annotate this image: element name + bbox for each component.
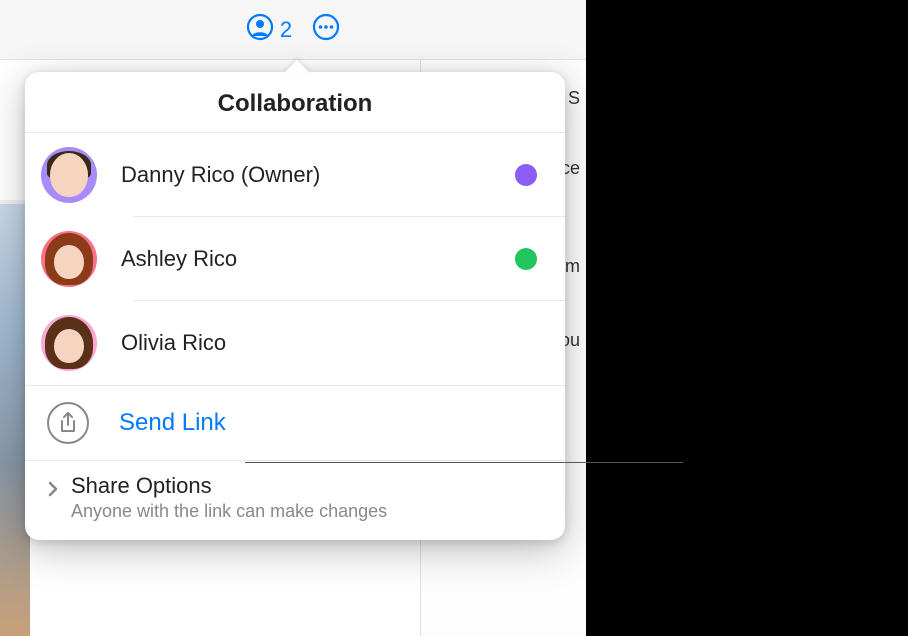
share-options-button[interactable]: Share Options Anyone with the link can m… [25, 461, 565, 540]
collaboration-button[interactable]: 2 [246, 13, 292, 46]
participant-name: Danny Rico (Owner) [121, 162, 515, 188]
share-options-title: Share Options [71, 473, 387, 499]
participant-name: Ashley Rico [121, 246, 515, 272]
chevron-right-icon [47, 481, 59, 502]
collaborator-count: 2 [280, 17, 292, 43]
avatar [41, 147, 97, 203]
callout-line [245, 462, 683, 463]
avatar [41, 315, 97, 371]
share-options-subtitle: Anyone with the link can make changes [71, 501, 387, 522]
participant-row[interactable]: Ashley Rico [25, 217, 565, 301]
right-black-region [586, 0, 908, 636]
more-button[interactable] [312, 13, 340, 46]
send-link-label: Send Link [119, 409, 226, 437]
participant-row[interactable]: Olivia Rico [25, 301, 565, 385]
bg-text: S [568, 88, 580, 109]
avatar [41, 231, 97, 287]
presence-dot [515, 164, 537, 186]
share-icon [47, 402, 89, 444]
participant-name: Olivia Rico [121, 330, 545, 356]
send-link-button[interactable]: Send Link [25, 385, 565, 461]
collaboration-popover: Collaboration Danny Rico (Owner) Ashley … [25, 72, 565, 540]
toolbar: 2 [0, 0, 586, 60]
person-circle-icon [246, 13, 274, 46]
ellipsis-circle-icon [312, 13, 340, 46]
presence-dot [515, 248, 537, 270]
participant-row[interactable]: Danny Rico (Owner) [25, 133, 565, 217]
popover-title: Collaboration [25, 72, 565, 133]
